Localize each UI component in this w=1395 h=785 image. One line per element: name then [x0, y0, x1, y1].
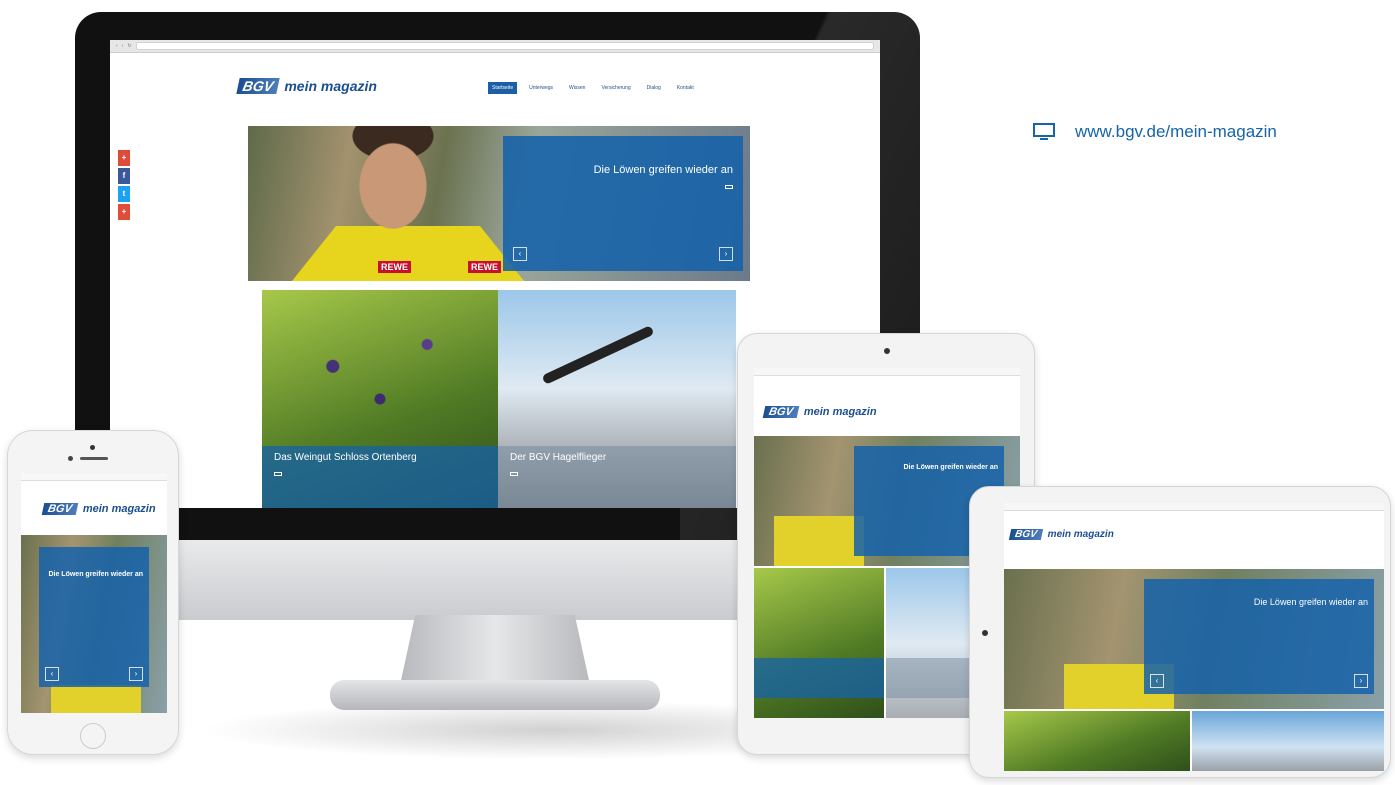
phone-hero-panel: Die Löwen greifen wieder an ‹ › — [39, 547, 149, 687]
tablet-status-bar — [754, 368, 1020, 376]
tablet-logo[interactable]: BGV mein magazin — [762, 406, 877, 418]
tablet-tile-weingut[interactable] — [754, 568, 884, 718]
tablet-hero-jersey — [774, 516, 864, 566]
browser-toolbar: ‹ › ↻ — [110, 40, 880, 53]
logo-magazine: mein magazin — [803, 406, 877, 418]
hero-teaser[interactable]: REWE REWE Die Löwen greifen wieder an ‹ … — [248, 126, 750, 281]
plane-propeller — [541, 325, 655, 385]
tablet-logo[interactable]: BGV mein magazin — [1008, 529, 1114, 540]
main-nav: Startseite Unterwegs Wissen Versicherung… — [488, 82, 698, 94]
arrow-right-icon[interactable]: › — [129, 667, 143, 681]
social-share-bar: + f t + — [118, 150, 130, 222]
website-url[interactable]: www.bgv.de/mein-magazin — [1033, 122, 1277, 142]
nav-item-versicherung[interactable]: Versicherung — [597, 82, 634, 94]
phone-hero[interactable]: Die Löwen greifen wieder an ‹ › — [21, 535, 167, 713]
hero-category-tag[interactable] — [725, 185, 733, 189]
nav-item-kontakt[interactable]: Kontakt — [673, 82, 698, 94]
back-icon[interactable]: ‹ — [116, 43, 118, 49]
tile-panel: Das Weingut Schloss Ortenberg — [262, 446, 498, 508]
phone-hero-title: Die Löwen greifen wieder an — [48, 571, 143, 578]
nav-item-wissen[interactable]: Wissen — [565, 82, 589, 94]
tile-title: Das Weingut Schloss Ortenberg — [274, 452, 417, 463]
reload-icon[interactable]: ↻ — [127, 43, 131, 49]
nav-item-unterwegs[interactable]: Unterwegs — [525, 82, 557, 94]
tablet-landscape-device: BGV mein magazin Die Löwen greifen wiede… — [969, 486, 1391, 778]
logo-magazine: mein magazin — [1047, 529, 1114, 540]
smartphone-device: BGV mein magazin Die Löwen greifen wiede… — [7, 430, 179, 755]
site-logo[interactable]: BGV mein magazin — [236, 78, 377, 94]
rewe-logo-2: REWE — [468, 261, 501, 273]
logo-magazine: mein magazin — [284, 78, 377, 94]
arrow-left-icon[interactable]: ‹ — [45, 667, 59, 681]
tablet-landscape-screen: BGV mein magazin Die Löwen greifen wiede… — [1004, 503, 1384, 771]
address-bar[interactable] — [135, 42, 874, 50]
twitter-icon[interactable]: t — [118, 186, 130, 202]
tablet-hero-title: Die Löwen greifen wieder an — [1253, 597, 1368, 607]
teaser-tile-hagelflieger[interactable]: Der BGV Hagelflieger — [498, 290, 736, 508]
google-plus-icon[interactable]: + — [118, 150, 130, 166]
arrow-left-icon[interactable]: ‹ — [513, 247, 527, 261]
tablet-status-bar — [1004, 503, 1384, 511]
tile-category-tag[interactable] — [274, 472, 282, 476]
logo-bgv: BGV — [41, 503, 79, 515]
monitor-stand-neck — [400, 615, 590, 685]
phone-status-bar — [21, 473, 167, 481]
arrow-left-icon[interactable]: ‹ — [1150, 674, 1164, 688]
share-icon[interactable]: + — [118, 204, 130, 220]
hero-player-image — [328, 126, 458, 281]
tablet-tile-hagelflieger[interactable] — [1192, 711, 1384, 771]
tile-panel: Der BGV Hagelflieger — [498, 446, 736, 508]
phone-hero-jersey — [51, 685, 141, 713]
tablet-tile-weingut[interactable] — [1004, 711, 1190, 771]
logo-bgv: BGV — [762, 406, 800, 418]
tablet-camera — [982, 630, 988, 636]
tile-title: Der BGV Hagelflieger — [510, 452, 607, 463]
forward-icon[interactable]: › — [122, 43, 124, 49]
tablet-hero-panel: Die Löwen greifen wieder an ‹ › — [1144, 579, 1374, 694]
monitor-stand-base — [330, 680, 660, 710]
nav-item-dialog[interactable]: Dialog — [643, 82, 665, 94]
phone-home-button[interactable] — [80, 723, 106, 749]
hero-title: Die Löwen greifen wieder an — [593, 164, 733, 176]
phone-logo[interactable]: BGV mein magazin — [41, 503, 156, 515]
logo-bgv: BGV — [236, 78, 281, 94]
phone-speaker — [80, 457, 108, 460]
tile-panel — [754, 658, 884, 698]
tablet-hero-title: Die Löwen greifen wieder an — [903, 464, 998, 471]
monitor-icon — [1033, 123, 1055, 141]
nav-item-startseite[interactable]: Startseite — [488, 82, 518, 94]
logo-magazine: mein magazin — [82, 503, 156, 515]
arrow-right-icon[interactable]: › — [719, 247, 733, 261]
logo-bgv: BGV — [1008, 529, 1043, 540]
url-text[interactable]: www.bgv.de/mein-magazin — [1075, 122, 1277, 142]
phone-camera — [90, 445, 95, 450]
phone-screen: BGV mein magazin Die Löwen greifen wiede… — [21, 473, 167, 713]
tile-category-tag[interactable] — [510, 472, 518, 476]
phone-sensor — [68, 456, 73, 461]
rewe-logo: REWE — [378, 261, 411, 273]
tablet-camera — [884, 348, 890, 354]
arrow-right-icon[interactable]: › — [1354, 674, 1368, 688]
facebook-icon[interactable]: f — [118, 168, 130, 184]
teaser-tile-weingut[interactable]: Das Weingut Schloss Ortenberg — [262, 290, 498, 508]
hero-panel: Die Löwen greifen wieder an ‹ › — [503, 136, 743, 271]
tablet-hero[interactable]: Die Löwen greifen wieder an ‹ › — [1004, 569, 1384, 709]
